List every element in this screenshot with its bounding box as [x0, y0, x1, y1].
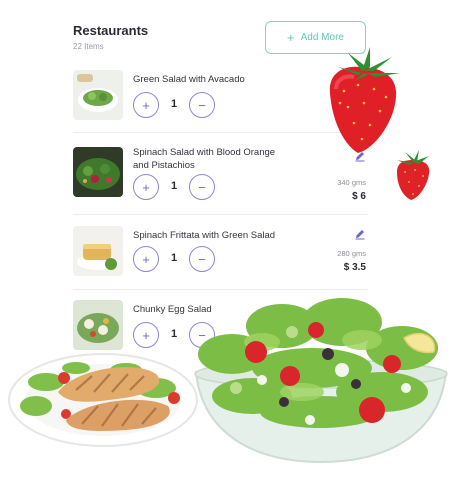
- item-price: $ 3.5: [343, 262, 366, 273]
- quantity-value: 1: [170, 328, 178, 340]
- item-name: Spinach Salad with Blood Orange and Pist…: [133, 147, 276, 171]
- divider: [73, 214, 368, 215]
- quantity-value: 1: [170, 180, 178, 192]
- decrement-button[interactable]: −: [189, 174, 215, 200]
- grilled-chicken-plate-image: [8, 353, 198, 447]
- decrement-button[interactable]: −: [189, 246, 215, 272]
- strawberry-large-image: [329, 47, 400, 153]
- quantity-value: 1: [170, 252, 178, 264]
- page-title: Restaurants: [73, 23, 149, 38]
- plus-icon: +: [287, 30, 295, 45]
- item-thumbnail: [73, 226, 123, 276]
- quantity-value: 1: [170, 98, 178, 110]
- item-price: $ 6: [352, 191, 366, 202]
- divider: [73, 289, 368, 290]
- increment-button[interactable]: +: [133, 92, 159, 118]
- item-name: Spinach Frittata with Green Salad: [133, 230, 276, 241]
- add-more-label: Add More: [300, 32, 344, 43]
- increment-button[interactable]: +: [133, 174, 159, 200]
- increment-button[interactable]: +: [133, 322, 159, 348]
- item-name: Green Salad with Avacado: [133, 74, 245, 85]
- item-thumbnail: [73, 300, 123, 350]
- strawberry-small-image: [397, 150, 430, 200]
- item-thumbnail: [73, 70, 123, 120]
- decrement-button[interactable]: −: [189, 92, 215, 118]
- item-weight: 340 gms: [337, 178, 366, 187]
- item-thumbnail: [73, 147, 123, 197]
- list-item: Spinach Frittata with Green Salad + 1 − …: [73, 224, 368, 280]
- increment-button[interactable]: +: [133, 246, 159, 272]
- pencil-icon[interactable]: [354, 228, 366, 240]
- item-weight: 280 gms: [337, 249, 366, 258]
- salad-bowl-image: [194, 298, 448, 464]
- item-count: 22 Items: [73, 42, 104, 51]
